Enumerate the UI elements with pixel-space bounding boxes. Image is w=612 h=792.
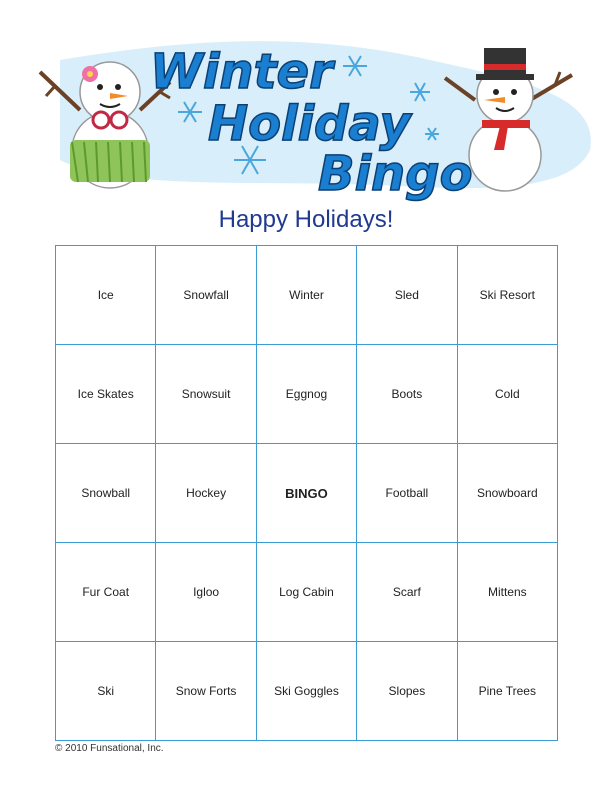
title-word-3: Bingo [318, 146, 473, 202]
bingo-free-cell[interactable]: BINGO [256, 444, 358, 543]
bingo-cell[interactable]: Ski Resort [457, 246, 558, 345]
bingo-cell[interactable]: Football [357, 444, 458, 543]
bingo-cell[interactable]: Winter [256, 246, 358, 345]
bingo-cell[interactable]: Snowboard [457, 444, 558, 543]
bingo-cell[interactable]: Pine Trees [457, 642, 558, 741]
copyright-notice: © 2010 Funsational, Inc. [55, 743, 164, 754]
bingo-cell[interactable]: Scarf [357, 543, 458, 642]
bingo-cell[interactable]: Log Cabin [256, 543, 358, 642]
bingo-cell[interactable]: Ice Skates [56, 345, 157, 444]
bingo-cell[interactable]: Snowsuit [156, 345, 257, 444]
bingo-cell[interactable]: Boots [357, 345, 458, 444]
bingo-cell[interactable]: Snowfall [156, 246, 257, 345]
bingo-cell[interactable]: Slopes [357, 642, 458, 741]
bingo-cell[interactable]: Snow Forts [156, 642, 257, 741]
bingo-cell[interactable]: Eggnog [256, 345, 358, 444]
bingo-cell[interactable]: Sled [357, 246, 458, 345]
bingo-cell[interactable]: Ice [56, 246, 157, 345]
bingo-cell[interactable]: Ski [56, 642, 157, 741]
bingo-card: Ice Snowfall Winter Sled Ski Resort Ice … [55, 245, 558, 741]
title-word-1: Winter [150, 44, 336, 100]
banner-art: Winter Holiday Bingo [38, 41, 591, 203]
page-subtitle: Happy Holidays! [218, 206, 394, 233]
title-word-2: Holiday [208, 96, 412, 152]
bingo-cell[interactable]: Hockey [156, 444, 257, 543]
header-banner: Winter Holiday Bingo [0, 0, 612, 205]
bingo-cell[interactable]: Ski Goggles [256, 642, 358, 741]
bingo-cell[interactable]: Cold [457, 345, 558, 444]
bingo-cell[interactable]: Snowball [56, 444, 157, 543]
bingo-cell[interactable]: Fur Coat [56, 543, 157, 642]
bingo-cell[interactable]: Igloo [156, 543, 257, 642]
bingo-cell[interactable]: Mittens [457, 543, 558, 642]
